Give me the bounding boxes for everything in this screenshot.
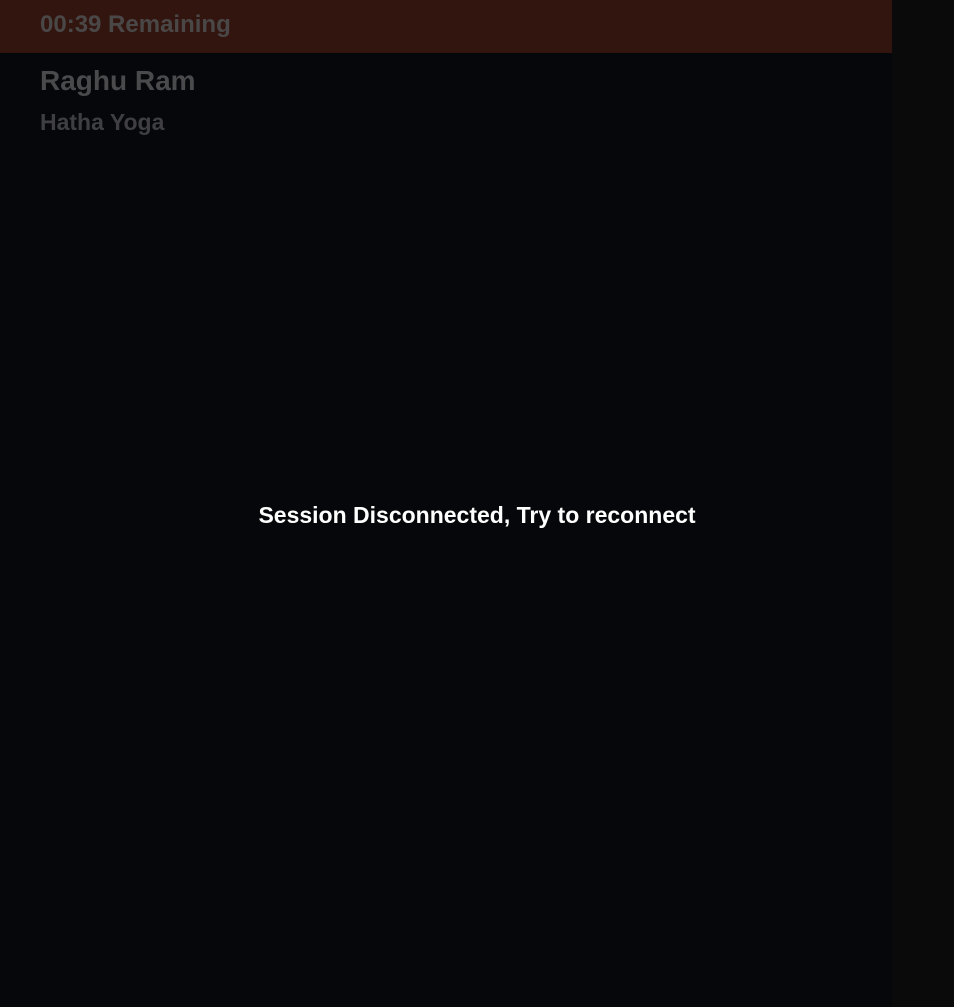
class-name: Hatha Yoga [40, 109, 165, 135]
remaining-time: 00:39 Remaining [40, 11, 231, 38]
session-status-message: Session Disconnected, Try to reconnect [258, 502, 696, 528]
session-screen: 00:39 Remaining Raghu Ram Hatha Yoga Ses… [0, 0, 954, 1007]
teacher-name: Raghu Ram [40, 65, 196, 96]
timer-bar: 00:39 Remaining [0, 0, 892, 53]
